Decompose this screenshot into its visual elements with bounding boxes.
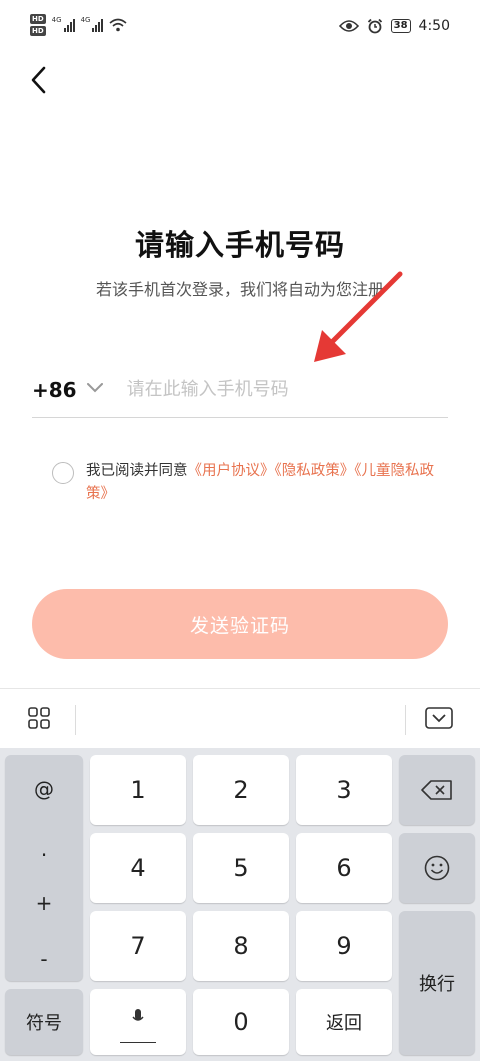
key-4[interactable]: 4 <box>90 833 186 903</box>
symbol-key[interactable]: . <box>5 837 83 861</box>
phone-number-input[interactable] <box>126 379 387 400</box>
key-6[interactable]: 6 <box>296 833 392 903</box>
smiley-icon <box>424 855 450 881</box>
user-agreement-link[interactable]: 《用户协议》 <box>188 463 275 479</box>
signal-icon: 4G <box>81 16 104 32</box>
back-button[interactable] <box>24 64 52 96</box>
status-left: HD HD 4G 4G <box>30 14 127 36</box>
key-0[interactable]: 0 <box>193 989 289 1055</box>
symbol-column[interactable]: @ . + - <box>5 755 83 981</box>
key-7[interactable]: 7 <box>90 911 186 981</box>
enter-key[interactable]: 换行 <box>399 911 475 1055</box>
keyboard-hide-icon[interactable] <box>425 707 453 729</box>
agreement-text: 我已阅读并同意《用户协议》《隐私政策》《儿童隐私政策》 <box>86 460 452 506</box>
divider <box>405 705 406 735</box>
divider <box>75 705 76 735</box>
agreement-prefix: 我已阅读并同意 <box>86 463 188 479</box>
return-key[interactable]: 返回 <box>296 989 392 1055</box>
hd-badge: HD <box>30 14 46 24</box>
delete-key[interactable] <box>399 755 475 825</box>
hd-badge: HD <box>30 26 46 36</box>
grid-icon[interactable] <box>28 707 50 729</box>
key-2[interactable]: 2 <box>193 755 289 825</box>
key-5[interactable]: 5 <box>193 833 289 903</box>
alarm-icon <box>367 18 382 34</box>
country-code[interactable]: +86 <box>32 378 77 402</box>
agreement-row: 我已阅读并同意《用户协议》《隐私政策》《儿童隐私政策》 <box>52 460 452 506</box>
backspace-icon <box>421 780 452 800</box>
chevron-left-icon <box>31 66 46 94</box>
keyboard-toolbar <box>0 688 480 748</box>
symbol-key[interactable]: + <box>5 891 83 915</box>
mic-bar <box>120 1041 156 1043</box>
status-bar: HD HD 4G 4G 38 4:50 <box>0 0 480 58</box>
wifi-icon <box>109 18 127 32</box>
voice-key[interactable] <box>90 989 186 1055</box>
symbols-key[interactable]: 符号 <box>5 989 83 1055</box>
signal-icon: 4G <box>52 16 75 32</box>
key-9[interactable]: 9 <box>296 911 392 981</box>
microphone-icon <box>132 1009 144 1021</box>
key-1[interactable]: 1 <box>90 755 186 825</box>
key-8[interactable]: 8 <box>193 911 289 981</box>
privacy-policy-link[interactable]: 《隐私政策》 <box>275 463 355 479</box>
symbol-key[interactable]: - <box>5 947 83 971</box>
key-3[interactable]: 3 <box>296 755 392 825</box>
annotation-arrow-icon <box>314 271 403 362</box>
battery-icon: 38 <box>390 19 411 33</box>
send-code-button[interactable]: 发送验证码 <box>32 589 448 659</box>
phone-input-row: +86 <box>32 362 448 418</box>
chevron-down-icon[interactable] <box>86 382 103 393</box>
agreement-radio[interactable] <box>52 462 74 484</box>
emoji-key[interactable] <box>399 833 475 903</box>
page-title: 请输入手机号码 <box>134 228 345 262</box>
symbol-key[interactable]: @ <box>5 777 83 801</box>
eye-icon <box>338 20 359 32</box>
status-right: 38 4:50 <box>338 18 450 34</box>
numeric-keyboard: @ . + - 1 2 3 4 5 6 7 8 9 符号 0 返回 换行 <box>0 748 480 1061</box>
clock: 4:50 <box>418 18 450 34</box>
